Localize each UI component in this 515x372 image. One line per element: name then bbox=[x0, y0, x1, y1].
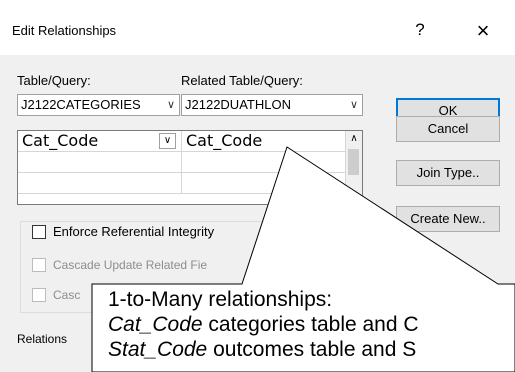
callout-line-3: Stat_Code outcomes table and S bbox=[108, 337, 419, 362]
callout-field-cat-code: Cat_Code bbox=[108, 313, 203, 336]
callout-line-2-rest: categories table and C bbox=[202, 313, 419, 336]
callout-field-stat-code: Stat_Code bbox=[108, 338, 208, 361]
callout-line-2: Cat_Code categories table and C bbox=[108, 312, 419, 337]
callout-line-3-rest: outcomes table and S bbox=[207, 338, 417, 361]
callout-line-1: 1-to-Many relationships: bbox=[108, 288, 333, 311]
callout-text: 1-to-Many relationships: Cat_Code catego… bbox=[108, 287, 419, 362]
